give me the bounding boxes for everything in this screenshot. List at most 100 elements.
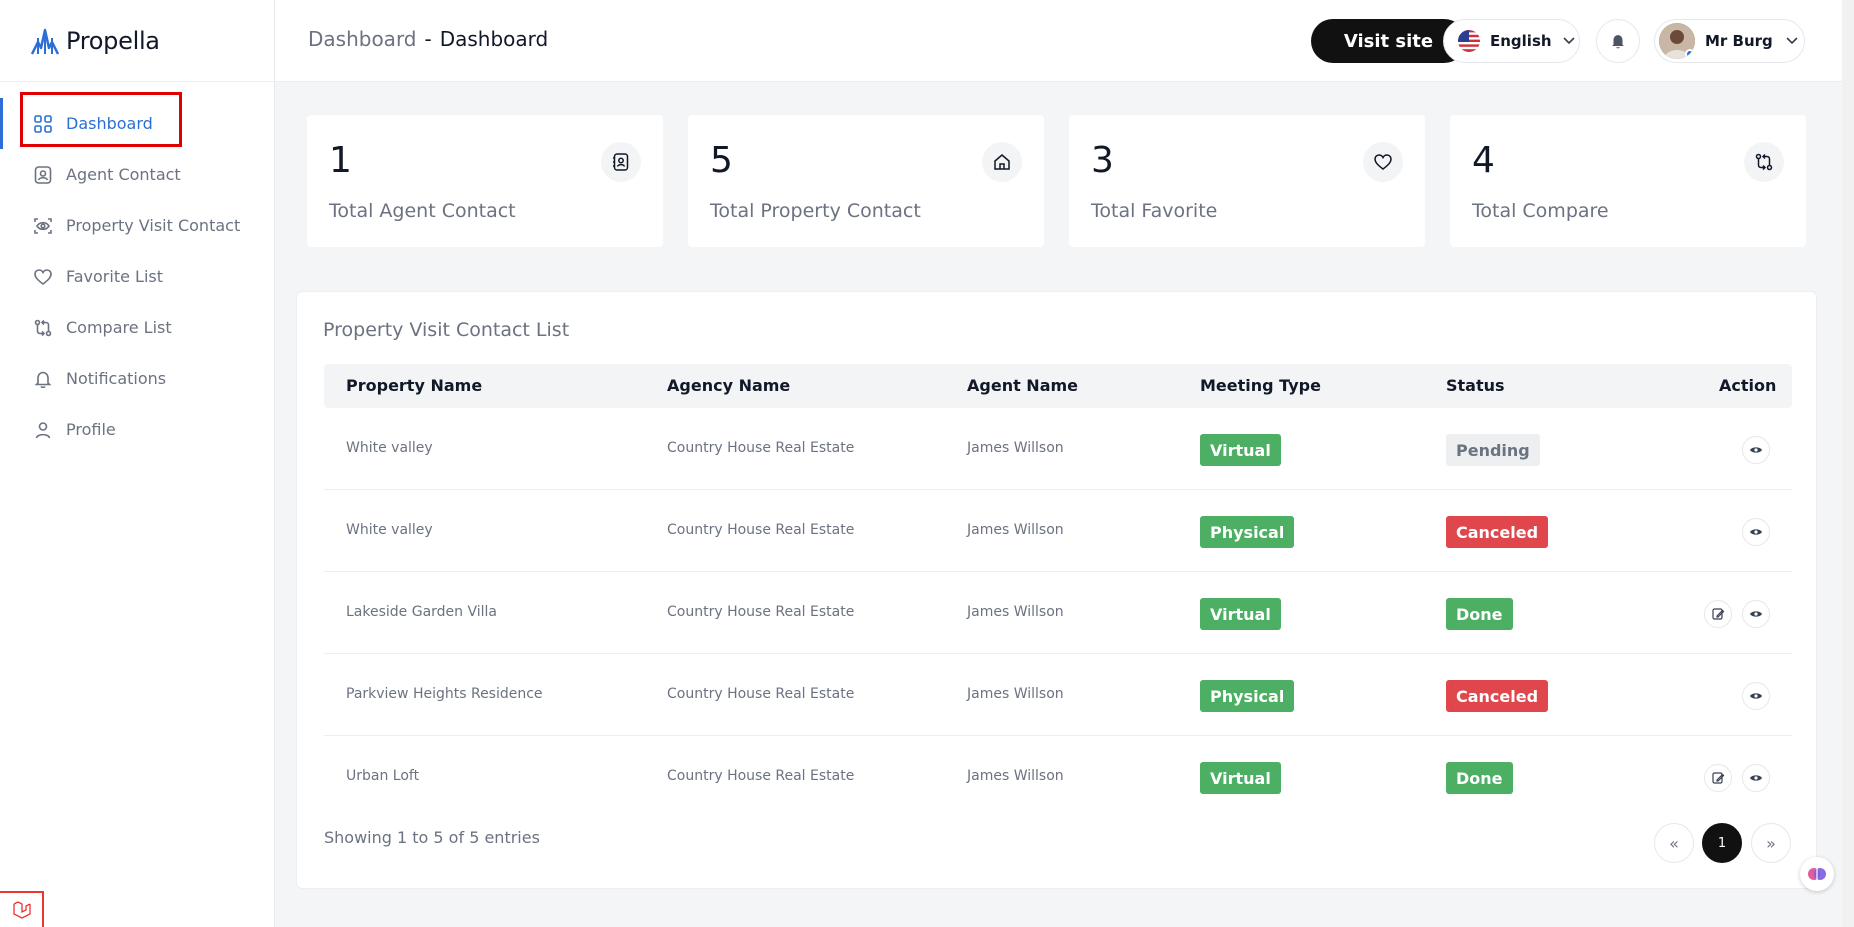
eye-icon — [1750, 775, 1762, 781]
sidebar-item-agent-contact[interactable]: Agent Contact — [0, 149, 274, 200]
sidebar-nav: Dashboard Agent Contact Property Visit C… — [0, 82, 274, 455]
property-name-cell: Urban Loft — [346, 768, 420, 784]
meeting-type-badge: Virtual — [1200, 598, 1281, 630]
edit-note-icon — [1712, 608, 1725, 620]
agency-name-cell: Country House Real Estate — [667, 686, 855, 702]
property-visit-contact-card: Property Visit Contact List Property Nam… — [296, 291, 1817, 889]
view-button[interactable] — [1742, 600, 1770, 628]
bell-icon — [1612, 35, 1624, 49]
eye-icon — [1750, 611, 1762, 617]
stat-card-agent-contact: 1 Total Agent Contact — [307, 115, 663, 247]
avatar — [1659, 23, 1695, 59]
user-icon — [32, 419, 54, 441]
column-header: Status — [1446, 376, 1505, 395]
property-name-cell: Lakeside Garden Villa — [346, 604, 498, 620]
pagination-page-1[interactable]: 1 — [1702, 823, 1742, 863]
breadcrumb: Dashboard - Dashboard — [308, 27, 548, 51]
status-badge: Pending — [1446, 434, 1540, 466]
grid-icon — [32, 113, 54, 135]
entries-info: Showing 1 to 5 of 5 entries — [324, 828, 540, 847]
stat-value: 1 — [329, 140, 352, 181]
eye-icon — [1750, 447, 1762, 453]
sidebar-item-label: Property Visit Contact — [66, 216, 241, 235]
sidebar-item-label: Dashboard — [66, 114, 153, 133]
agent-name-cell: James Willson — [967, 604, 1064, 620]
view-button[interactable] — [1742, 518, 1770, 546]
heart-icon — [32, 266, 54, 288]
stat-card-property-contact: 5 Total Property Contact — [688, 115, 1044, 247]
edit-note-icon — [1712, 772, 1725, 784]
sidebar-item-favorite-list[interactable]: Favorite List — [0, 251, 274, 302]
column-header: Property Name — [346, 376, 483, 395]
view-button[interactable] — [1742, 764, 1770, 792]
chevron-down-icon — [1562, 32, 1576, 51]
bell-icon — [32, 368, 54, 390]
sidebar-item-label: Compare List — [66, 318, 172, 337]
sidebar-item-notifications[interactable]: Notifications — [0, 353, 274, 404]
language-label: English — [1490, 32, 1552, 50]
eye-scan-icon — [32, 215, 54, 237]
sidebar-item-dashboard[interactable]: Dashboard — [0, 98, 274, 149]
agent-name-cell: James Willson — [967, 686, 1064, 702]
brand-name: Propella — [66, 26, 160, 55]
ai-assistant-button[interactable] — [1800, 857, 1834, 891]
status-badge: Done — [1446, 598, 1513, 630]
breadcrumb-parent[interactable]: Dashboard — [308, 27, 417, 51]
notifications-button[interactable] — [1596, 19, 1640, 63]
view-button[interactable] — [1742, 436, 1770, 464]
table-row: Parkview Heights Residence Country House… — [324, 654, 1792, 736]
table-row: Urban Loft Country House Real Estate Jam… — [324, 736, 1792, 818]
brand-logo[interactable]: Propella — [0, 0, 274, 82]
property-name-cell: Parkview Heights Residence — [346, 686, 543, 702]
sidebar: Propella Dashboard Agent Contact Propert… — [0, 0, 275, 927]
sidebar-item-label: Notifications — [66, 369, 167, 388]
review-button[interactable] — [1704, 764, 1732, 792]
status-badge: Canceled — [1446, 516, 1549, 548]
sidebar-item-profile[interactable]: Profile — [0, 404, 274, 455]
pagination-next[interactable]: » — [1751, 823, 1791, 863]
sidebar-item-property-visit-contact[interactable]: Property Visit Contact — [0, 200, 274, 251]
table-row: White valley Country House Real Estate J… — [324, 408, 1792, 490]
table-row: White valley Country House Real Estate J… — [324, 490, 1792, 572]
agency-name-cell: Country House Real Estate — [667, 604, 855, 620]
stat-label: Total Property Contact — [710, 200, 921, 222]
agency-name-cell: Country House Real Estate — [667, 522, 855, 538]
meeting-type-badge: Physical — [1200, 680, 1295, 712]
sidebar-item-label: Agent Contact — [66, 165, 181, 184]
meeting-type-badge: Physical — [1200, 516, 1295, 548]
top-bar: Dashboard - Dashboard Visit site English M… — [275, 0, 1854, 82]
view-button[interactable] — [1742, 682, 1770, 710]
table-header: Property Name Agency Name Agent Name Mee… — [324, 364, 1792, 408]
column-header: Action — [1719, 376, 1777, 395]
online-status-dot — [1685, 49, 1695, 59]
scrollbar[interactable] — [1842, 0, 1854, 927]
contact-book-icon — [601, 142, 641, 182]
review-button[interactable] — [1704, 600, 1732, 628]
stat-card-compare: 4 Total Compare — [1450, 115, 1806, 247]
pagination-prev[interactable]: « — [1654, 823, 1694, 863]
user-menu[interactable]: Mr Burg — [1654, 19, 1805, 63]
status-badge: Canceled — [1446, 680, 1549, 712]
breadcrumb-current: Dashboard — [439, 27, 549, 51]
sidebar-item-compare-list[interactable]: Compare List — [0, 302, 274, 353]
property-name-cell: White valley — [346, 522, 433, 538]
eye-icon — [1750, 529, 1762, 535]
agent-name-cell: James Willson — [967, 440, 1064, 456]
logo-icon — [30, 28, 60, 55]
table-title: Property Visit Contact List — [323, 319, 570, 341]
stat-card-favorite: 3 Total Favorite — [1069, 115, 1425, 247]
contact-card-icon — [32, 164, 54, 186]
heart-icon — [1363, 142, 1403, 182]
laravel-debug-icon[interactable] — [0, 891, 44, 927]
column-header: Meeting Type — [1200, 376, 1321, 395]
agent-name-cell: James Willson — [967, 768, 1064, 784]
language-selector[interactable]: English — [1443, 19, 1580, 63]
agency-name-cell: Country House Real Estate — [667, 440, 855, 456]
table-row: Lakeside Garden Villa Country House Real… — [324, 572, 1792, 654]
brain-icon — [1808, 868, 1826, 880]
meeting-type-badge: Virtual — [1200, 762, 1281, 794]
agent-name-cell: James Willson — [967, 522, 1064, 538]
property-name-cell: White valley — [346, 440, 433, 456]
stat-label: Total Compare — [1472, 200, 1609, 222]
compare-icon — [32, 317, 54, 339]
